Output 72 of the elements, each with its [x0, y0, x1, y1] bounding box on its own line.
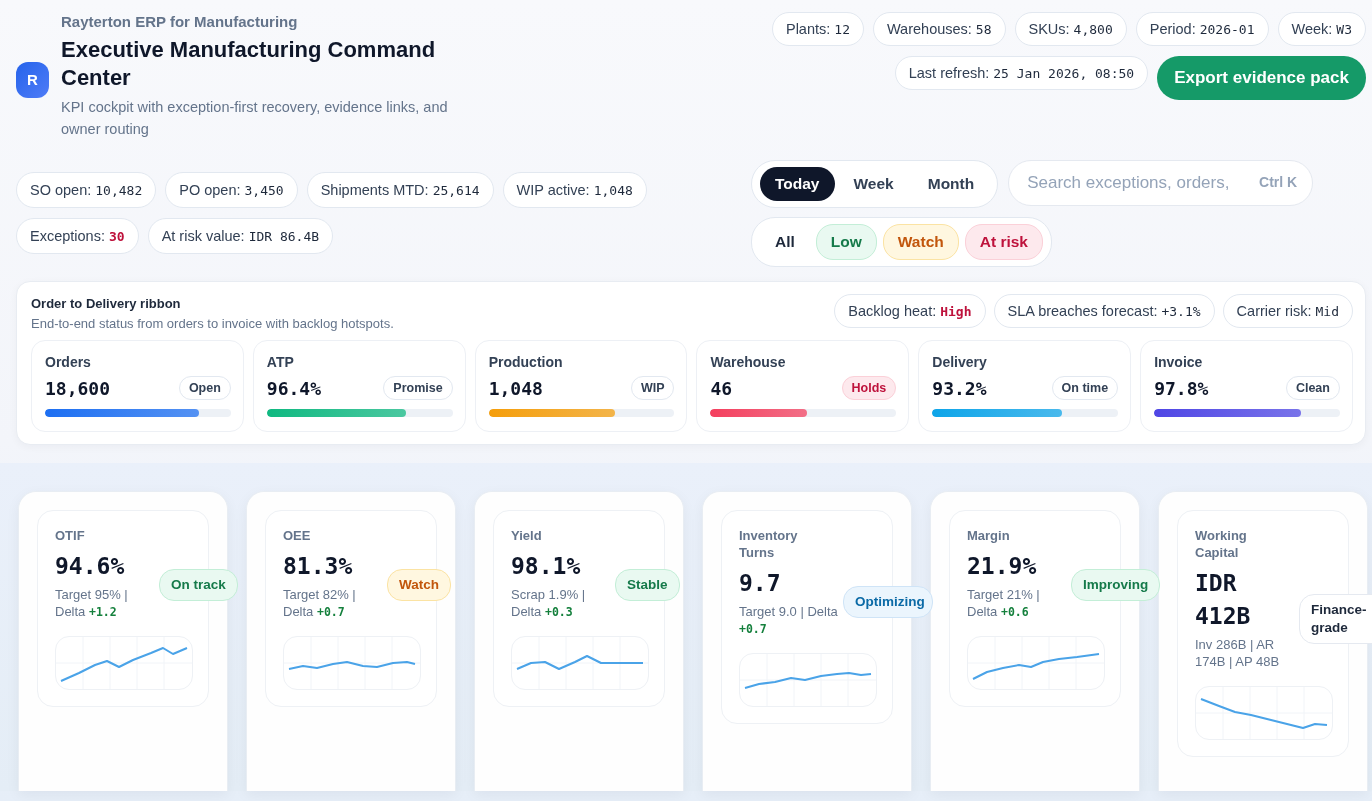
shortcut-hint: Ctrl K — [1259, 174, 1298, 190]
logo-badge: R — [16, 61, 49, 98]
kpi-note: Target 82% | Delta +0.7 — [283, 586, 357, 620]
summary-chip: WIP active: 1,048 — [502, 172, 647, 208]
kpi-value: 98.1% — [511, 552, 582, 581]
signal-chip: Backlog heat: High — [834, 294, 986, 328]
period-tab[interactable]: Today — [760, 167, 835, 201]
export-button[interactable]: Export evidence pack — [1157, 56, 1366, 100]
kpi-note: Target 9.0 | Delta +0.7 — [739, 603, 839, 637]
page-subtitle: KPI cockpit with exception-first recovery, evidence links, and owner routing — [61, 98, 449, 139]
ribbon-subtitle: End-to-end status from orders to invoice with backlog hotspots. — [31, 316, 394, 331]
kpi-label: Working Capital — [1195, 527, 1248, 561]
stage-value: 93.2% — [932, 377, 987, 399]
kpi-note: Target 21% | Delta +0.6 — [967, 586, 1041, 620]
kpi-value: 94.6% — [55, 552, 126, 581]
page-title: Executive Manufacturing Command Center — [61, 36, 437, 92]
kpi-label: Inventory Turns — [739, 527, 799, 561]
kpi-value: 9.7 — [739, 569, 782, 598]
kpi-note: Inv 286B | AR 174B | AP 48B — [1195, 636, 1281, 670]
refresh-chip: Last refresh: 25 Jan 2026, 08:50 — [894, 56, 1149, 90]
risk-filter[interactable]: At risk — [964, 224, 1043, 260]
stage-tag: WIP — [630, 376, 675, 400]
meta-chip: Plants: 12 — [771, 12, 864, 46]
status-pill: Finance-grade — [1299, 593, 1372, 644]
status-pill: Watch — [387, 569, 451, 601]
kpi-label: OEE — [283, 527, 312, 544]
kpi-label: OTIF — [55, 527, 86, 544]
status-pill: On track — [159, 569, 238, 601]
stage-label: ATP — [266, 354, 295, 370]
ribbon-title: Order to Delivery ribbon — [31, 296, 182, 311]
stage-label: Orders — [45, 354, 92, 370]
summary-chip: PO open: 3,450 — [165, 172, 298, 208]
kpi-value: 81.3% — [283, 552, 354, 581]
stage-value: 97.8% — [1154, 377, 1209, 399]
stage-tag: Holds — [841, 376, 897, 400]
status-pill: Optimizing — [843, 586, 933, 618]
period-tab[interactable]: Week — [838, 167, 909, 201]
summary-chip: SO open: 10,482 — [16, 172, 157, 208]
stage-value: 96.4% — [266, 377, 321, 399]
stage-tag: Clean — [1285, 376, 1340, 400]
kpi-label: Margin — [967, 527, 1011, 544]
kpi-value: 21.9% — [967, 552, 1038, 581]
stage-value: 1,048 — [488, 377, 543, 399]
signal-chip: Carrier risk: Mid — [1222, 294, 1353, 328]
period-tab[interactable]: Month — [912, 167, 990, 201]
meta-chip: Warehouses: 58 — [872, 12, 1006, 46]
product-name: Rayterton ERP for Manufacturing — [61, 13, 299, 30]
meta-chip: SKUs: 4,800 — [1014, 12, 1127, 46]
kpi-note: Scrap 1.9% | Delta +0.3 — [511, 586, 587, 620]
meta-chip: Week: W3 — [1277, 12, 1366, 46]
status-pill: Stable — [615, 569, 680, 601]
stage-label: Production — [488, 354, 564, 370]
stage-tag: Promise — [383, 376, 453, 400]
signal-chip: SLA breaches forecast: +3.1% — [993, 294, 1215, 328]
risk-filter[interactable]: Low — [815, 224, 877, 260]
stage-label: Delivery — [932, 354, 988, 370]
kpi-value: IDR 412B — [1195, 569, 1252, 631]
stage-tag: On time — [1051, 376, 1119, 400]
summary-chip: Exceptions: 30 — [16, 218, 139, 254]
summary-chip: At risk value: IDR 86.4B — [147, 218, 334, 254]
kpi-label: Yield — [511, 527, 543, 544]
risk-filter[interactable]: Watch — [882, 224, 959, 260]
stage-label: Invoice — [1154, 354, 1204, 370]
kpi-note: Target 95% | Delta +1.2 — [55, 586, 129, 620]
summary-chip: Shipments MTD: 25,614 — [306, 172, 494, 208]
stage-value: 46 — [710, 377, 733, 399]
stage-label: Warehouse — [710, 354, 787, 370]
risk-filter[interactable]: All — [760, 224, 810, 260]
meta-chip: Period: 2026-01 — [1135, 12, 1269, 46]
stage-value: 18,600 — [45, 377, 111, 399]
stage-tag: Open — [178, 376, 231, 400]
status-pill: Improving — [1071, 569, 1161, 601]
